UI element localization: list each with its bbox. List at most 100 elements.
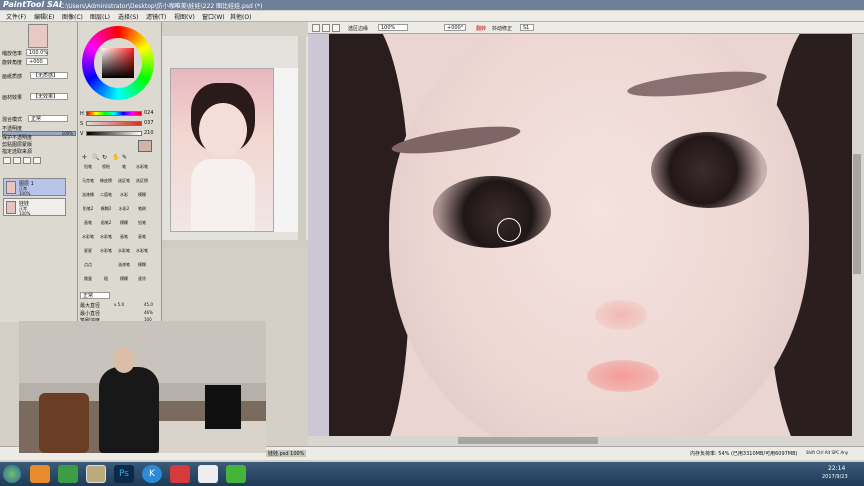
- tool-slot[interactable]: 画笔2: [98, 220, 114, 232]
- tool-slot[interactable]: 笔: [116, 164, 132, 176]
- menu-layer[interactable]: 图层(L): [90, 12, 110, 21]
- tool-slot[interactable]: 油漆桶: [80, 192, 96, 204]
- rotate-icon[interactable]: ↻: [102, 154, 107, 161]
- tool-slot[interactable]: 水彩: [116, 192, 132, 204]
- clock-date[interactable]: 2017/9/23: [822, 474, 848, 480]
- hand-icon[interactable]: ✋: [112, 154, 119, 161]
- tool-slot[interactable]: 模糊: [134, 192, 150, 204]
- taskbar-app-2-icon[interactable]: [58, 465, 78, 483]
- canvas-vertical-scrollbar[interactable]: [852, 34, 864, 444]
- deselect-icon[interactable]: [322, 24, 330, 32]
- reference-horizontal-scrollbar[interactable]: [162, 240, 308, 248]
- antialias-checkbox[interactable]: 选区边缘: [348, 25, 368, 32]
- navigator-thumbnail[interactable]: [28, 24, 48, 48]
- menu-edit[interactable]: 编辑(E): [34, 12, 54, 21]
- tool-slot[interactable]: 水彩笔: [98, 248, 114, 260]
- tool-slot[interactable]: 水彩笔: [134, 248, 150, 260]
- tool-slot[interactable]: 铅笔: [134, 220, 150, 232]
- tool-slot[interactable]: 油漆笔: [116, 262, 132, 274]
- layer-item-1[interactable]: 图层 1 正常 100%: [3, 178, 66, 196]
- tool-slot[interactable]: 模糊: [134, 262, 150, 274]
- color-wheel[interactable]: [82, 26, 154, 100]
- file-tab[interactable]: 娃娃.psd 100%: [266, 450, 307, 457]
- taskbar-app-6-icon[interactable]: [170, 465, 190, 483]
- s-slider[interactable]: [86, 121, 142, 126]
- tool-slot[interactable]: 马克笔: [80, 178, 96, 190]
- vertical-scroll-thumb[interactable]: [853, 154, 861, 274]
- tool-slot[interactable]: 二值笔: [98, 192, 114, 204]
- new-folder-icon[interactable]: [13, 157, 21, 164]
- delete-layer-icon[interactable]: [33, 157, 41, 164]
- check-protect-opacity[interactable]: 保护不透明度: [2, 134, 32, 141]
- tool-slot[interactable]: 铅笔: [80, 164, 96, 176]
- blend-select[interactable]: 正常: [28, 115, 68, 122]
- max-size-value[interactable]: 45.0: [144, 302, 153, 307]
- reference-vertical-scrollbar[interactable]: [298, 36, 306, 248]
- tool-slot[interactable]: 笔刷: [134, 206, 150, 218]
- taskbar-wechat-icon[interactable]: [226, 465, 246, 483]
- tool-slot[interactable]: 模糊: [116, 276, 132, 288]
- tool-slot[interactable]: 水彩笔: [134, 164, 150, 176]
- taskbar-kugou-icon[interactable]: K: [142, 465, 162, 483]
- max-size-multiplier[interactable]: x 5.0: [114, 302, 124, 307]
- tool-slot[interactable]: 水彩笔: [116, 248, 132, 260]
- tool-slot[interactable]: 选区擦: [134, 178, 150, 190]
- brush-mode-select[interactable]: 正常: [80, 292, 110, 299]
- tool-slot[interactable]: 点点: [80, 262, 96, 274]
- tool-slot[interactable]: 粗: [98, 276, 114, 288]
- tool-slot[interactable]: 橡皮擦: [98, 178, 114, 190]
- canvas-painting[interactable]: [329, 34, 854, 436]
- zoom-icon[interactable]: 🔍: [92, 154, 99, 161]
- tool-slot[interactable]: 水彩笔: [80, 234, 96, 246]
- start-button[interactable]: [3, 465, 21, 483]
- move-icon[interactable]: ✛: [82, 154, 87, 161]
- menu-image[interactable]: 图像(C): [62, 12, 83, 21]
- select-all-icon[interactable]: [312, 24, 320, 32]
- stabilizer-select[interactable]: S1: [520, 24, 534, 31]
- canvas-zoom-field[interactable]: 100%: [378, 24, 408, 31]
- tool-slot[interactable]: [98, 262, 114, 274]
- menu-file[interactable]: 文件(F): [6, 12, 26, 21]
- menu-other[interactable]: 其他(O): [230, 12, 251, 21]
- min-size-value[interactable]: 46%: [144, 310, 153, 315]
- tool-slot[interactable]: 画笔: [80, 220, 96, 232]
- menu-select[interactable]: 选择(S): [118, 12, 139, 21]
- copy-layer-icon[interactable]: [23, 157, 31, 164]
- angle-field[interactable]: +000: [26, 58, 48, 65]
- tool-slot[interactable]: 模糊: [116, 220, 132, 232]
- tool-slot[interactable]: 喷枪: [98, 164, 114, 176]
- taskbar-sai-icon[interactable]: [86, 465, 106, 483]
- invert-selection-icon[interactable]: [332, 24, 340, 32]
- h-slider[interactable]: [86, 111, 142, 116]
- canvas-rotation-field[interactable]: +000°: [444, 24, 466, 31]
- sv-square[interactable]: [102, 48, 134, 78]
- check-clipping[interactable]: 剪贴图层蒙版: [2, 141, 32, 148]
- taskbar-photoshop-icon[interactable]: Ps: [114, 465, 134, 483]
- taskbar-qq-icon[interactable]: [198, 465, 218, 483]
- current-color-swatch[interactable]: [138, 140, 152, 152]
- eyedropper-icon[interactable]: ✎: [122, 154, 127, 161]
- tool-slot[interactable]: 水彩2: [116, 206, 132, 218]
- horizontal-scroll-thumb[interactable]: [458, 437, 598, 444]
- menu-window[interactable]: 窗口(W): [202, 12, 225, 21]
- menu-view[interactable]: 视图(V): [174, 12, 195, 21]
- tool-slot[interactable]: 画笔: [134, 234, 150, 246]
- canvas-horizontal-scrollbar[interactable]: [308, 436, 864, 446]
- flip-button[interactable]: 翻转: [476, 25, 486, 32]
- check-selection-source[interactable]: 指定选取来源: [2, 148, 32, 155]
- v-slider[interactable]: [86, 131, 142, 136]
- tool-slot[interactable]: 铅笔2: [80, 206, 96, 218]
- tool-slot[interactable]: 跳蛋: [80, 276, 96, 288]
- menu-filter[interactable]: 滤镜(T): [146, 12, 166, 21]
- tool-slot[interactable]: 模糊2: [98, 206, 114, 218]
- tool-slot[interactable]: 选区笔: [116, 178, 132, 190]
- tool-slot[interactable]: 画笔: [116, 234, 132, 246]
- taskbar-app-1-icon[interactable]: [30, 465, 50, 483]
- tool-slot[interactable]: 水彩笔: [98, 234, 114, 246]
- tool-slot[interactable]: 星星: [80, 248, 96, 260]
- tool-slot[interactable]: 速涂: [134, 276, 150, 288]
- clock-time[interactable]: 22:14: [828, 465, 845, 472]
- zoom-field[interactable]: 100.0%: [26, 49, 48, 56]
- layer-item-2[interactable]: 娃娃 正常 100%: [3, 198, 66, 216]
- new-layer-icon[interactable]: [3, 157, 11, 164]
